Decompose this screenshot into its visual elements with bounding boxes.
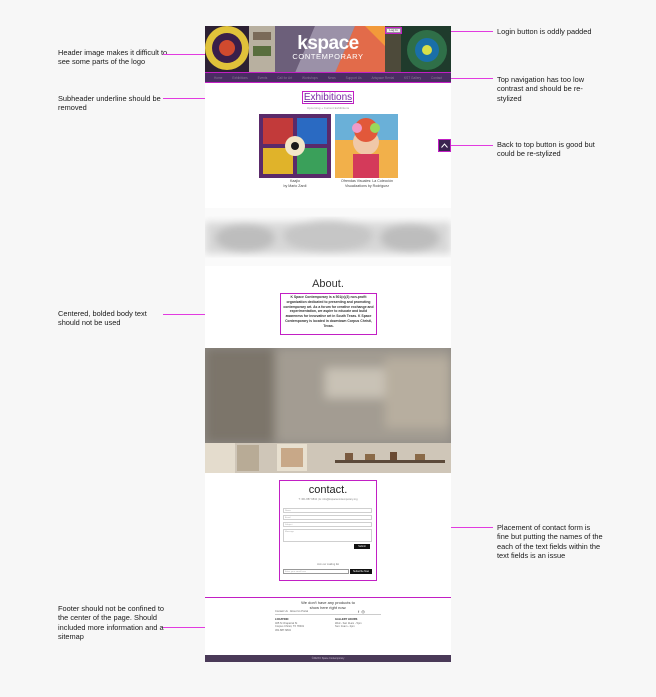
site-footer: We don't have any products to show here …: [205, 597, 451, 662]
submit-button[interactable]: Submit: [354, 544, 370, 549]
gallery-photo: [205, 348, 451, 473]
message-field[interactable]: Message: [283, 529, 372, 542]
contact-form-section: contact. T: 361.887.6834 | E: info@kspac…: [279, 480, 377, 581]
note-body-text: Centered, bolded body text should not be…: [58, 309, 147, 328]
footer-link-contact[interactable]: Contact Us: [275, 610, 288, 613]
footer-copyright-bar: ©2023 K Space Contemporary: [205, 655, 451, 662]
back-to-top-button[interactable]: [438, 139, 451, 152]
leader-totop: [451, 145, 493, 146]
subject-field[interactable]: Subject: [283, 522, 372, 527]
footer-location: LOCATION 405 N Chaparral St Corpus Chris…: [275, 618, 305, 632]
nav-item-exhibitions[interactable]: Exhibitions: [232, 76, 247, 80]
note-header: Header image makes it difficult to see s…: [58, 48, 168, 67]
leader-footer: [163, 627, 205, 628]
chevron-up-icon: [441, 143, 448, 148]
nav-item-contact[interactable]: Contact: [431, 76, 442, 80]
website-screenshot: kspace CONTEMPORARY Log In Home Exhibiti…: [205, 26, 451, 662]
note-totop: Back to top button is good but could be …: [497, 140, 595, 159]
newsletter-label: Join our mailing list: [316, 563, 340, 566]
exhibitions-subheading: Upcoming + Current Exhibitions: [306, 106, 350, 110]
logo-main-text: kspace: [297, 33, 359, 54]
exhibition-2-artist: Visualizations by Rodriguez: [344, 184, 390, 188]
footer-hours: GALLERY HOURS Wed - Sat: 11am - 5pm Sun:…: [335, 618, 362, 629]
note-nav: Top navigation has too low contrast and …: [497, 75, 585, 103]
nav-item-workshops[interactable]: Workshops: [302, 76, 318, 80]
leader-header: [163, 54, 205, 55]
login-button[interactable]: Log In: [385, 27, 402, 34]
exhibition-card-2[interactable]: [335, 114, 398, 178]
exhibitions-heading: Exhibitions: [301, 91, 355, 104]
exhibition-caption-2: Ofrendas Visuales: La Colección Visualiz…: [322, 179, 412, 189]
top-navigation: Home Exhibitions Events Call for Art Wor…: [205, 72, 451, 83]
nav-item-gallery[interactable]: KST Gallery: [404, 76, 421, 80]
note-footer: Footer should not be confined to the cen…: [58, 604, 165, 642]
contact-heading: contact.: [308, 484, 348, 496]
contact-info: T: 361.887.6834 | E: info@kspacecontempo…: [298, 498, 358, 501]
about-body-text: K Space Contemporary is a 501(c)(3) non-…: [280, 293, 377, 335]
note-login: Login button is oddly padded: [497, 27, 592, 36]
nav-item-call-for-art[interactable]: Call for Art: [277, 76, 292, 80]
footer-link-about[interactable]: About Us Portal: [290, 610, 308, 613]
hero-art-right: [385, 26, 451, 73]
exhibition-card-1[interactable]: [259, 114, 331, 178]
critique-board: Header image makes it difficult to see s…: [0, 0, 656, 697]
hero-art-left: [205, 26, 275, 73]
subscribe-button[interactable]: Subscribe Now: [350, 569, 372, 574]
newsletter-email-input[interactable]: Enter your email here: [283, 569, 349, 574]
footer-tagline: We don't have any products to show here …: [301, 600, 355, 610]
blurred-banner-image: [205, 208, 451, 266]
nav-item-events[interactable]: Events: [258, 76, 268, 80]
leader-nav: [451, 78, 493, 79]
note-subheader: Subheader underline should be removed: [58, 94, 161, 113]
about-heading: About.: [312, 278, 344, 290]
nav-item-support[interactable]: Support Us: [346, 76, 362, 80]
site-logo[interactable]: kspace CONTEMPORARY: [288, 34, 368, 68]
name-field[interactable]: Name: [283, 508, 372, 513]
nav-item-news[interactable]: News: [328, 76, 336, 80]
header-hero: kspace CONTEMPORARY Log In: [205, 26, 451, 74]
logo-sub-text: CONTEMPORARY: [292, 52, 364, 61]
nav-item-rental[interactable]: Artspace Rental: [371, 76, 394, 80]
nav-item-home[interactable]: Home: [214, 76, 223, 80]
note-contact: Placement of contact form is fine but pu…: [497, 523, 603, 561]
footer-divider: [275, 614, 381, 615]
email-field[interactable]: Email: [283, 515, 372, 520]
exhibition-image-1: [259, 114, 331, 178]
exhibition-image-2: [335, 114, 398, 178]
